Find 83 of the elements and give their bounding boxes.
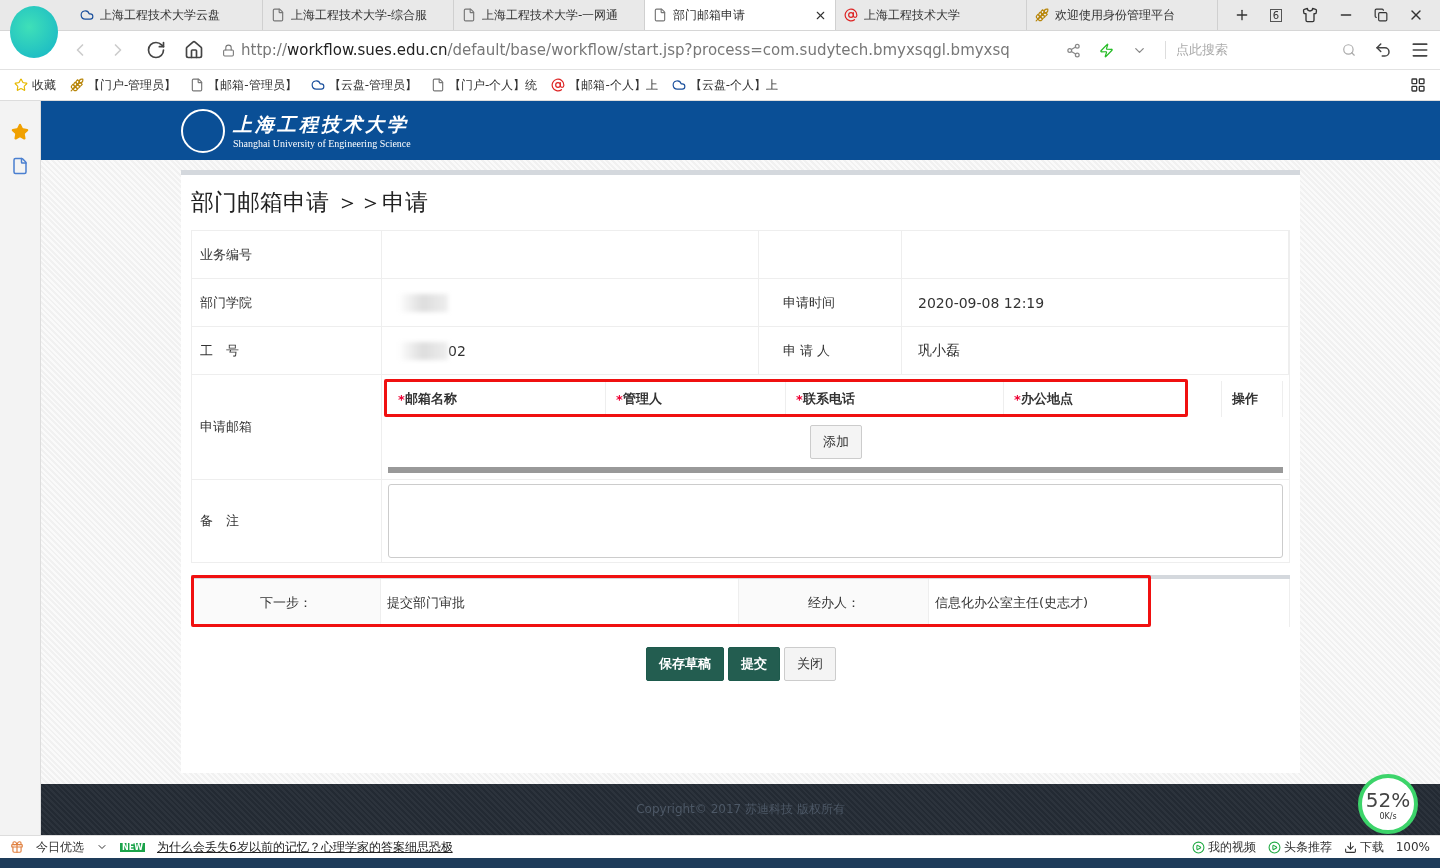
wheat-icon xyxy=(1034,8,1049,22)
university-name: 上海工程技术大学 xyxy=(233,112,410,137)
cloud-icon xyxy=(80,8,94,22)
document-icon[interactable] xyxy=(11,157,29,175)
search-icon xyxy=(1342,43,1356,57)
bookmark-item[interactable]: 【邮箱-个人】上 xyxy=(551,76,658,94)
required-mark: * xyxy=(398,391,405,407)
browser-tab[interactable]: 上海工程技术大学云盘 xyxy=(72,0,263,30)
column-header: *联系电话 xyxy=(786,381,1004,417)
share-icon[interactable] xyxy=(1066,42,1081,58)
undo-icon[interactable] xyxy=(1374,41,1392,59)
field-label: 申请时间 xyxy=(783,293,835,312)
page-icon xyxy=(652,8,667,22)
page-icon xyxy=(270,8,285,22)
column-header: 操作 xyxy=(1222,381,1283,417)
status-item[interactable]: 下载 xyxy=(1343,838,1384,856)
status-label[interactable]: 今日优选 xyxy=(36,838,84,856)
form-button[interactable]: 关闭 xyxy=(783,647,836,681)
address-field[interactable]: http://workflow.sues.edu.cn/default/base/workflow/start.jsp?process=com.sudytech.bmyxsqgl.bmyxsq xyxy=(222,41,1048,59)
zoom-level[interactable]: 100% xyxy=(1395,840,1430,854)
wheat-icon xyxy=(70,78,84,92)
play-icon xyxy=(1191,840,1205,854)
gift-icon xyxy=(10,840,24,854)
home-icon[interactable] xyxy=(184,40,204,60)
field-value: 02 xyxy=(448,342,466,359)
new-badge: NEW xyxy=(120,842,145,852)
bookmark-item[interactable]: 【云盘-个人】上 xyxy=(671,76,779,94)
restore-icon[interactable] xyxy=(1374,8,1388,22)
page-icon xyxy=(461,8,476,22)
tab-count[interactable]: 6 xyxy=(1269,8,1282,22)
at-sign-icon xyxy=(551,78,566,92)
add-button[interactable]: 添加 xyxy=(809,425,862,459)
field-label: 备 注 xyxy=(192,480,382,562)
emblem-icon xyxy=(181,108,225,153)
status-item[interactable]: 我的视频 xyxy=(1191,838,1256,856)
browser-tab[interactable]: 上海工程技术大学 xyxy=(835,0,1027,30)
field-value: 2020-09-08 12:19 xyxy=(918,294,1045,311)
bookmark-item[interactable]: 【门户-管理员】 xyxy=(70,76,177,94)
page-title: 部门邮箱申请 ＞＞申请 xyxy=(191,188,430,217)
news-link[interactable]: 为什么会丢失6岁以前的记忆？心理学家的答案细思恐极 xyxy=(157,838,453,856)
form-button[interactable]: 保存草稿 xyxy=(645,647,724,681)
field-value: 巩小磊 xyxy=(918,341,960,360)
browser-tab[interactable]: 上海工程技术大学-一网通 xyxy=(453,0,645,30)
field-value: 提交部门审批 xyxy=(381,579,739,627)
grid-icon[interactable] xyxy=(1410,77,1426,93)
required-mark: * xyxy=(616,391,623,407)
browser-tab[interactable]: 上海工程技术大学-综合服 xyxy=(262,0,454,30)
cloud-icon xyxy=(310,78,325,92)
field-label: 申请邮箱 xyxy=(192,375,382,479)
field-label: 部门学院 xyxy=(192,279,382,326)
page-icon xyxy=(431,78,446,92)
speed-percent: 52% xyxy=(1365,787,1411,812)
play-icon xyxy=(1267,840,1281,854)
column-header: *邮箱名称 xyxy=(388,381,606,417)
menu-icon[interactable] xyxy=(1410,40,1430,60)
remarks-field[interactable] xyxy=(388,484,1283,558)
star-icon xyxy=(14,78,28,92)
lock-icon xyxy=(222,43,235,57)
bookmark-item[interactable]: 【门户-个人】统 xyxy=(431,76,538,94)
bookmark-item[interactable]: 【云盘-管理员】 xyxy=(310,76,418,94)
field-label: 工 号 xyxy=(192,327,382,374)
shirt-icon[interactable] xyxy=(1302,7,1318,23)
star-icon[interactable] xyxy=(11,123,29,141)
status-item[interactable]: 头条推荐 xyxy=(1267,838,1332,856)
form-button[interactable]: 提交 xyxy=(727,647,780,681)
field-label: 申 请 人 xyxy=(783,341,831,360)
browser-tab[interactable]: 部门邮箱申请 xyxy=(644,0,836,30)
university-name-english: Shanghai University of Engineering Science xyxy=(233,138,411,149)
browser-tab[interactable]: 欢迎使用身份管理平台 xyxy=(1026,0,1218,30)
field-value: 信息化办公室主任(史志才) xyxy=(929,579,1290,627)
column-header: *管理人 xyxy=(606,381,786,417)
cloud-icon xyxy=(671,78,686,92)
page-icon xyxy=(190,78,205,92)
bookmark-item[interactable]: 【邮箱-管理员】 xyxy=(190,76,297,94)
bookmark-item[interactable]: 收藏 xyxy=(14,76,56,94)
column-header: *办公地点 xyxy=(1004,381,1222,417)
field-label: 业务编号 xyxy=(192,231,382,278)
download-icon xyxy=(1343,840,1357,854)
speed-rate: 0K/s xyxy=(1379,811,1397,821)
at-sign-icon xyxy=(843,8,858,22)
required-mark: * xyxy=(1014,391,1021,407)
reload-icon[interactable] xyxy=(146,40,166,60)
required-mark: * xyxy=(796,391,803,407)
